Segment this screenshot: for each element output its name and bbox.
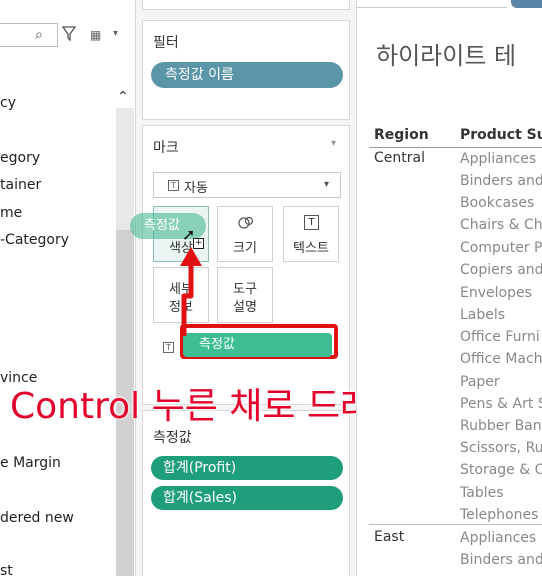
copy-plus-icon: + bbox=[193, 238, 204, 249]
cards-column: 필터 측정값 이름 마크 ▾ T 자동 ▾ 색상 크기 T 텍스트 세부 정보 bbox=[142, 0, 350, 576]
data-pane: ⌕ ▦ ▾ ⌃ cy egory tainer me -Category vin… bbox=[0, 0, 136, 576]
size-button[interactable]: 크기 bbox=[217, 206, 273, 262]
filters-title: 필터 bbox=[153, 35, 179, 51]
field-item[interactable]: me bbox=[0, 204, 22, 222]
worksheet-view: 하이라이트 테 Region Product Sul Central Appli… bbox=[356, 0, 542, 576]
row-subcategory[interactable]: Copiers and bbox=[460, 261, 542, 279]
measure-values-pill[interactable]: 측정값 bbox=[183, 333, 332, 357]
row-subcategory[interactable]: Telephones bbox=[460, 506, 538, 524]
marks-title: 마크 bbox=[153, 140, 179, 156]
row-subcategory[interactable]: Rubber Ban bbox=[460, 417, 542, 435]
row-subcategory[interactable]: Appliances bbox=[460, 150, 536, 168]
field-item[interactable]: dered new bbox=[0, 509, 74, 527]
field-item[interactable]: cy bbox=[0, 94, 16, 112]
row-subcategory[interactable]: Office Mach bbox=[460, 350, 542, 368]
header-divider bbox=[369, 147, 542, 148]
row-subcategory[interactable]: Binders and bbox=[460, 172, 542, 190]
field-item[interactable]: st bbox=[0, 562, 13, 576]
measure-values-title: 측정값 bbox=[153, 430, 192, 446]
tooltip-label-1: 도구 bbox=[233, 282, 257, 297]
row-subcategory[interactable]: Paper bbox=[460, 373, 500, 391]
tooltip-button[interactable]: 도구 설명 bbox=[217, 267, 273, 323]
size-label: 크기 bbox=[233, 241, 257, 256]
measure-pill-profit[interactable]: 합계(Profit) bbox=[151, 456, 343, 480]
text-button[interactable]: T 텍스트 bbox=[283, 206, 339, 262]
search-icon[interactable]: ⌕ bbox=[35, 25, 43, 45]
worksheet-title: 하이라이트 테 bbox=[376, 42, 517, 70]
detail-label-1: 세부 bbox=[169, 282, 193, 297]
field-item[interactable]: -Category bbox=[0, 231, 69, 249]
row-subcategory[interactable]: Pens & Art S bbox=[460, 395, 542, 413]
row-subcategory[interactable]: Bookcases bbox=[460, 194, 534, 212]
view-tab-active[interactable] bbox=[511, 0, 542, 8]
mark-type-value: 자동 bbox=[184, 181, 208, 196]
row-subcategory[interactable]: Binders and bbox=[460, 551, 542, 569]
measure-pill-sales[interactable]: 합계(Sales) bbox=[151, 486, 343, 510]
detail-label-2: 정보 bbox=[169, 300, 193, 315]
column-header-subcategory[interactable]: Product Sul bbox=[460, 127, 542, 143]
view-tab[interactable] bbox=[357, 0, 507, 8]
row-subcategory[interactable]: Scissors, Ru bbox=[460, 439, 542, 457]
text-icon: T bbox=[304, 215, 319, 230]
row-subcategory[interactable]: Chairs & Ch bbox=[460, 216, 542, 234]
search-input[interactable]: ⌕ bbox=[0, 23, 58, 47]
row-subcategory[interactable]: Computer P bbox=[460, 239, 542, 257]
row-subcategory[interactable]: Labels bbox=[460, 306, 505, 324]
region-divider bbox=[369, 524, 542, 525]
text-mark-icon: T bbox=[168, 180, 179, 191]
filter-pill-measure-names[interactable]: 측정값 이름 bbox=[151, 62, 343, 88]
field-item[interactable]: egory bbox=[0, 149, 40, 167]
row-subcategory[interactable]: Tables bbox=[460, 484, 504, 502]
text-label: 텍스트 bbox=[293, 241, 329, 256]
filters-card: 필터 측정값 이름 bbox=[142, 20, 350, 120]
row-region[interactable]: East bbox=[374, 529, 404, 545]
size-icon bbox=[238, 216, 254, 229]
row-subcategory[interactable]: Storage & O bbox=[460, 461, 542, 479]
detail-button[interactable]: 세부 정보 bbox=[153, 267, 209, 323]
field-item[interactable]: tainer bbox=[0, 176, 41, 194]
annotation-text: Control 누른 채로 드래그 bbox=[10, 386, 407, 427]
row-region[interactable]: Central bbox=[374, 150, 425, 166]
field-item[interactable]: e Margin bbox=[0, 454, 61, 472]
row-subcategory[interactable]: Envelopes bbox=[460, 284, 532, 302]
row-subcategory[interactable]: Office Furni bbox=[460, 328, 540, 346]
chevron-down-icon[interactable]: ▾ bbox=[113, 28, 118, 39]
tooltip-label-2: 설명 bbox=[233, 300, 257, 315]
filter-icon[interactable] bbox=[62, 26, 76, 42]
text-mark-icon: T bbox=[163, 342, 174, 353]
column-header-region[interactable]: Region bbox=[374, 127, 429, 143]
mark-type-select[interactable]: T 자동 ▾ bbox=[153, 172, 341, 198]
marks-card: 마크 ▾ T 자동 ▾ 색상 크기 T 텍스트 세부 정보 도구 설명 T bbox=[142, 125, 350, 405]
row-subcategory[interactable]: Appliances bbox=[460, 529, 536, 547]
chevron-down-icon[interactable]: ▾ bbox=[331, 138, 336, 149]
chevron-up-icon[interactable]: ⌃ bbox=[117, 89, 129, 105]
view-list-icon[interactable]: ▦ bbox=[90, 28, 101, 42]
measure-values-card: 측정값 합계(Profit) 합계(Sales) bbox=[142, 410, 350, 576]
chevron-down-icon: ▾ bbox=[324, 179, 330, 190]
